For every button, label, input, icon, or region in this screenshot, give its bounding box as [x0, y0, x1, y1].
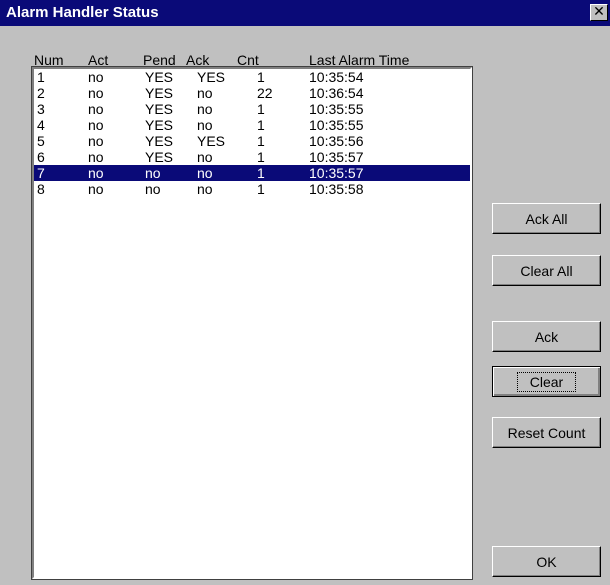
close-icon: ✕ [593, 4, 605, 20]
cell-ack: YES [197, 69, 226, 85]
ok-button[interactable]: OK [492, 546, 601, 577]
cell-cnt: 1 [257, 133, 265, 149]
cell-ack: no [197, 85, 213, 101]
cell-act: no [88, 117, 104, 133]
cell-time: 10:35:55 [309, 117, 364, 133]
cell-num: 8 [37, 181, 45, 197]
title-bar[interactable]: Alarm Handler Status ✕ [0, 0, 610, 26]
clear-button[interactable]: Clear [492, 366, 601, 397]
cell-cnt: 1 [257, 69, 265, 85]
cell-time: 10:35:54 [309, 69, 364, 85]
cell-ack: no [197, 101, 213, 117]
cell-cnt: 22 [257, 85, 273, 101]
header-act: Act [88, 52, 109, 68]
cell-ack: YES [197, 133, 226, 149]
header-num: Num [34, 52, 64, 68]
cell-act: no [88, 85, 104, 101]
ok-label: OK [536, 553, 557, 570]
cell-act: no [88, 133, 104, 149]
cell-pend: no [145, 165, 161, 181]
header-pend: Pend [143, 52, 176, 68]
header-cnt: Cnt [237, 52, 259, 68]
cell-pend: YES [145, 101, 174, 117]
alarm-list[interactable]: 1 no YES YES 1 10:35:54 2 no YES no 22 1… [31, 66, 473, 580]
list-row[interactable]: 6 no YES no 1 10:35:57 [34, 149, 470, 165]
cell-act: no [88, 181, 104, 197]
header-last-alarm-time: Last Alarm Time [309, 52, 410, 68]
cell-cnt: 1 [257, 117, 265, 133]
cell-ack: no [197, 117, 213, 133]
cell-ack: no [197, 165, 213, 181]
ack-button[interactable]: Ack [492, 321, 601, 352]
cell-num: 6 [37, 149, 45, 165]
list-row[interactable]: 2 no YES no 22 10:36:54 [34, 85, 470, 101]
close-button[interactable]: ✕ [590, 4, 608, 21]
alarm-handler-dialog: Alarm Handler Status ✕ Num Act Pend Ack … [0, 0, 610, 585]
cell-num: 1 [37, 69, 45, 85]
cell-time: 10:35:57 [309, 149, 364, 165]
window-title: Alarm Handler Status [6, 4, 159, 21]
cell-num: 3 [37, 101, 45, 117]
clear-label: Clear [516, 371, 577, 392]
header-ack: Ack [186, 52, 210, 68]
cell-cnt: 1 [257, 149, 265, 165]
cell-pend: no [145, 181, 161, 197]
cell-act: no [88, 165, 104, 181]
cell-num: 2 [37, 85, 45, 101]
ack-all-button[interactable]: Ack All [492, 203, 601, 234]
list-row-selected[interactable]: 7 no no no 1 10:35:57 [34, 165, 470, 181]
cell-time: 10:35:56 [309, 133, 364, 149]
cell-pend: YES [145, 117, 174, 133]
reset-count-label: Reset Count [507, 424, 586, 441]
list-row[interactable]: 4 no YES no 1 10:35:55 [34, 117, 470, 133]
ack-all-label: Ack All [525, 210, 568, 227]
cell-pend: YES [145, 149, 174, 165]
ack-label: Ack [534, 328, 559, 345]
list-row[interactable]: 8 no no no 1 10:35:58 [34, 181, 470, 197]
cell-ack: no [197, 181, 213, 197]
cell-num: 4 [37, 117, 45, 133]
clear-all-label: Clear All [520, 262, 573, 279]
cell-time: 10:35:55 [309, 101, 364, 117]
list-row[interactable]: 3 no YES no 1 10:35:55 [34, 101, 470, 117]
cell-num: 7 [37, 165, 45, 181]
cell-cnt: 1 [257, 181, 265, 197]
cell-cnt: 1 [257, 101, 265, 117]
reset-count-button[interactable]: Reset Count [492, 417, 601, 448]
cell-act: no [88, 69, 104, 85]
cell-pend: YES [145, 85, 174, 101]
cell-time: 10:36:54 [309, 85, 364, 101]
cell-num: 5 [37, 133, 45, 149]
list-row[interactable]: 1 no YES YES 1 10:35:54 [34, 69, 470, 85]
cell-cnt: 1 [257, 165, 265, 181]
cell-pend: YES [145, 133, 174, 149]
list-row[interactable]: 5 no YES YES 1 10:35:56 [34, 133, 470, 149]
cell-pend: YES [145, 69, 174, 85]
cell-time: 10:35:57 [309, 165, 364, 181]
cell-time: 10:35:58 [309, 181, 364, 197]
clear-all-button[interactable]: Clear All [492, 255, 601, 286]
cell-ack: no [197, 149, 213, 165]
cell-act: no [88, 101, 104, 117]
cell-act: no [88, 149, 104, 165]
